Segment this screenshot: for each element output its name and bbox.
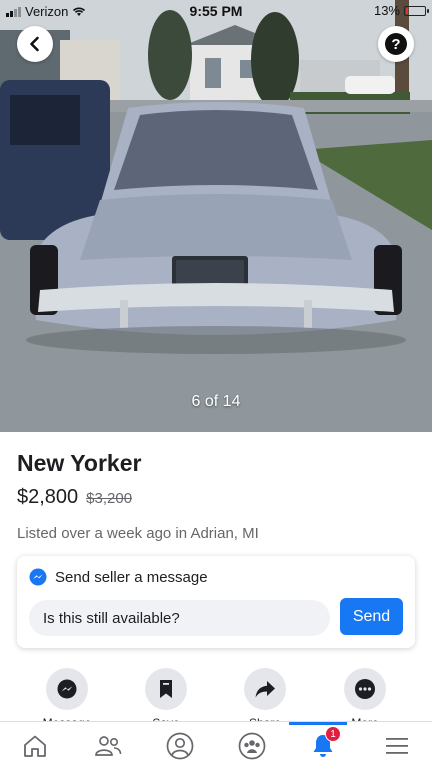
active-tab-indicator xyxy=(289,722,347,725)
listing-title: New Yorker xyxy=(17,450,142,476)
message-action-circle xyxy=(46,668,88,710)
more-dots-icon xyxy=(355,679,375,699)
tab-friends[interactable] xyxy=(88,730,128,762)
messenger-icon xyxy=(57,679,77,699)
message-input[interactable] xyxy=(29,600,330,636)
share-arrow-icon xyxy=(255,681,275,698)
tab-profile[interactable] xyxy=(160,730,200,762)
bottom-tab-bar: 1 xyxy=(0,721,432,768)
status-right: 13% xyxy=(373,3,429,18)
status-bar: Verizon 9:55 PM 13% xyxy=(0,0,432,22)
home-icon xyxy=(24,735,46,757)
chevron-left-icon xyxy=(30,36,39,52)
back-button[interactable] xyxy=(17,26,53,62)
send-button[interactable]: Send xyxy=(340,598,403,635)
friends-icon xyxy=(95,736,122,756)
message-seller-card: Send seller a message Send xyxy=(17,556,415,648)
card-header: Send seller a message xyxy=(29,568,208,586)
car-photo-illustration xyxy=(0,0,432,432)
bookmark-icon xyxy=(160,680,172,698)
share-action-circle xyxy=(244,668,286,710)
listing-meta: Listed over a week ago in Adrian, MI xyxy=(17,525,259,542)
tab-menu[interactable] xyxy=(377,730,417,762)
tab-home[interactable] xyxy=(15,730,55,762)
question-mark-icon: ? xyxy=(385,33,407,55)
battery-percent: 13% xyxy=(373,3,400,18)
save-action-circle xyxy=(145,668,187,710)
battery-fill xyxy=(406,7,408,14)
groups-icon xyxy=(238,732,266,760)
profile-icon xyxy=(166,732,194,760)
tab-notifications[interactable]: 1 xyxy=(303,726,343,762)
price-row: $2,800 $3,200 xyxy=(17,486,132,509)
listing-photo[interactable] xyxy=(0,0,432,432)
messenger-icon xyxy=(29,568,47,586)
original-price: $3,200 xyxy=(86,490,133,507)
menu-icon xyxy=(386,738,408,754)
battery-icon xyxy=(404,5,429,16)
status-time: 9:55 PM xyxy=(189,3,243,19)
notification-badge: 1 xyxy=(325,726,341,742)
help-button[interactable]: ? xyxy=(378,26,414,62)
more-action-circle xyxy=(344,668,386,710)
listing-price: $2,800 xyxy=(17,486,79,508)
card-heading: Send seller a message xyxy=(55,568,208,586)
photo-counter: 6 of 14 xyxy=(191,393,241,410)
tab-groups[interactable] xyxy=(232,730,272,762)
